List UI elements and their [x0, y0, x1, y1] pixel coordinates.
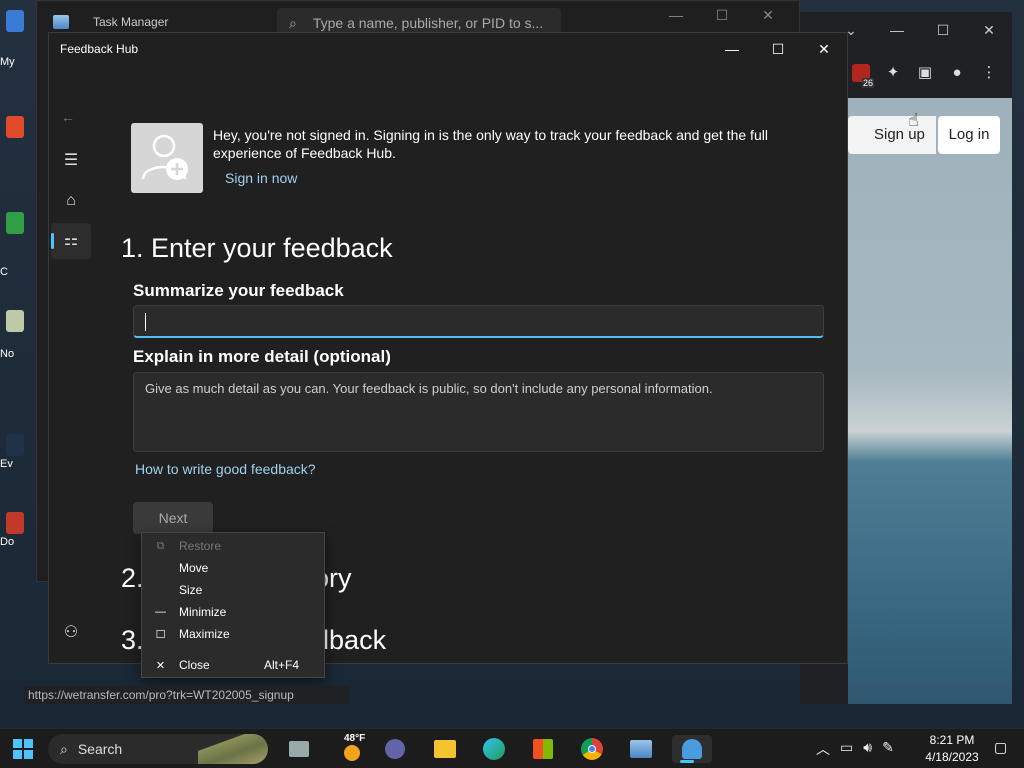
home-icon[interactable]: ⌂ [51, 183, 91, 219]
desktop-icon[interactable]: Ev [0, 434, 24, 470]
maximize-button[interactable]: ☐ [699, 7, 745, 24]
next-button[interactable]: Next [133, 502, 213, 534]
sign-in-link[interactable]: Sign in now [225, 170, 297, 186]
menu-item-minimize[interactable]: — Minimize [142, 601, 324, 623]
menu-item-restore[interactable]: ⧉ Restore [142, 535, 324, 557]
display-icon[interactable]: ▭ [840, 739, 853, 759]
teams-chat-icon[interactable] [380, 735, 410, 763]
maximize-button[interactable]: ☐ [755, 33, 801, 65]
feedback-hub-titlebar[interactable]: Feedback Hub — ☐ ✕ [49, 33, 847, 65]
system-tray: ︿ ▭ 🔊︎ ✎ [816, 739, 894, 759]
add-user-icon [141, 134, 188, 180]
more-menu-icon[interactable]: ⋮ [980, 64, 998, 82]
close-button[interactable]: ✕ [745, 7, 791, 24]
volume-icon[interactable]: 🔊︎ [863, 739, 872, 759]
window-title: Feedback Hub [60, 42, 139, 56]
task-manager-icon [53, 15, 69, 29]
desktop-icon[interactable]: C [0, 212, 24, 278]
task-manager-taskbar-icon[interactable] [626, 735, 656, 763]
gear-icon[interactable]: ⚙ [51, 655, 91, 663]
menu-item-maximize[interactable]: ☐ Maximize [142, 623, 324, 645]
summary-label: Summarize your feedback [133, 281, 344, 300]
close-button[interactable]: ✕ [801, 33, 847, 65]
weather-widget[interactable]: 48°F [338, 733, 368, 765]
search-placeholder: Type a name, publisher, or PID to s... [312, 15, 544, 31]
maximize-icon: ☐ [155, 628, 166, 641]
hamburger-menu-icon[interactable]: ☰ [51, 143, 91, 179]
window-title: Task Manager [93, 15, 169, 29]
taskbar-search[interactable]: ⌕ Search [48, 734, 268, 764]
chevron-up-icon[interactable]: ︿ [816, 739, 830, 759]
menu-item-size[interactable]: Size [142, 579, 324, 601]
restore-icon: ⧉ [156, 539, 165, 552]
hand-cursor-icon: ☝ [908, 110, 919, 130]
feedback-hub-taskbar-icon[interactable] [672, 735, 712, 763]
weather-temp: 48°F [344, 733, 366, 744]
computer-icon [6, 10, 24, 32]
desktop-icon[interactable]: No [0, 310, 24, 360]
login-button[interactable]: Log in [938, 116, 1000, 154]
notification-icon[interactable]: ▢ [994, 739, 1007, 756]
edge-icon[interactable] [479, 735, 509, 763]
window-controls: — ☐ ✕ [709, 33, 847, 65]
detail-textarea[interactable]: Give as much detail as you can. Your fee… [133, 372, 824, 452]
summary-input[interactable] [133, 305, 824, 338]
task-view-icon[interactable] [284, 735, 314, 763]
signup-button[interactable]: Sign up [848, 116, 936, 154]
pen-icon[interactable]: ✎ [882, 739, 894, 759]
add-user-icon[interactable]: ⚇ [51, 615, 91, 651]
maximize-button[interactable]: ☐ [920, 22, 966, 39]
file-explorer-icon[interactable] [430, 735, 460, 763]
text-caret [145, 313, 146, 331]
chrome-icon[interactable] [577, 735, 607, 763]
minimize-icon: — [155, 606, 166, 618]
navigation-rail: ← ☰ ⌂ ⚏ ⚇ ⚙ [49, 65, 95, 663]
search-icon: ⌕ [60, 740, 68, 757]
store-icon[interactable] [528, 735, 558, 763]
shortcut-text: Alt+F4 [264, 658, 300, 672]
window-context-menu: ⧉ Restore Move Size — Minimize ☐ Maximiz… [141, 532, 325, 678]
weather-icon [344, 745, 360, 761]
app-shortcut-icon [6, 116, 24, 138]
close-button[interactable]: ✕ [966, 22, 1012, 39]
extension-icon[interactable]: 26 [852, 64, 874, 88]
feedback-nav-icon[interactable]: ⚏ [51, 223, 91, 259]
desktop-icon[interactable] [0, 116, 24, 140]
desktop-icon[interactable]: Do [0, 512, 24, 548]
puzzle-icon[interactable]: ✦ [884, 64, 902, 82]
link-status-bar: https://wetransfer.com/pro?trk=WT202005_… [24, 686, 350, 704]
clock-time: 8:21 PM [929, 733, 975, 747]
start-button[interactable] [8, 735, 38, 763]
taskbar: ⌕ Search 48°F ︿ ▭ 🔊︎ ✎ 8:21 PM 4/18/2023… [0, 728, 1024, 768]
minimize-button[interactable]: — [709, 33, 755, 65]
search-icon: ⌕ [289, 14, 297, 31]
app-shortcut-icon [6, 434, 24, 456]
notepad-icon [6, 310, 24, 332]
page-content [848, 98, 1012, 704]
detail-label: Explain in more detail (optional) [133, 347, 391, 366]
window-controls: — ☐ ✕ [653, 7, 791, 24]
minimize-button[interactable]: — [874, 22, 920, 38]
help-link[interactable]: How to write good feedback? [135, 461, 316, 477]
close-icon: ✕ [155, 659, 166, 672]
chrome-shortcut-icon [6, 212, 24, 234]
detail-placeholder: Give as much detail as you can. Your fee… [145, 381, 713, 396]
desktop-icon[interactable]: My [0, 10, 24, 68]
windows-logo-icon [13, 739, 33, 759]
search-highlight-image [198, 734, 268, 764]
app-shortcut-icon [6, 512, 24, 534]
profile-icon[interactable]: ● [948, 64, 966, 82]
search-label: Search [77, 741, 123, 757]
back-arrow-icon[interactable]: ← [61, 109, 75, 125]
step1-heading: 1. Enter your feedback [121, 233, 393, 263]
menu-item-move[interactable]: Move [142, 557, 324, 579]
clock-date: 4/18/2023 [925, 750, 979, 764]
menu-item-close[interactable]: ✕ Close Alt+F4 [142, 654, 324, 676]
clock[interactable]: 8:21 PM 4/18/2023 [922, 732, 982, 766]
minimize-button[interactable]: — [653, 7, 699, 24]
avatar-placeholder [131, 123, 203, 193]
side-panel-icon[interactable]: ▣ [916, 64, 934, 82]
signin-message: Hey, you're not signed in. Signing in is… [213, 127, 768, 161]
